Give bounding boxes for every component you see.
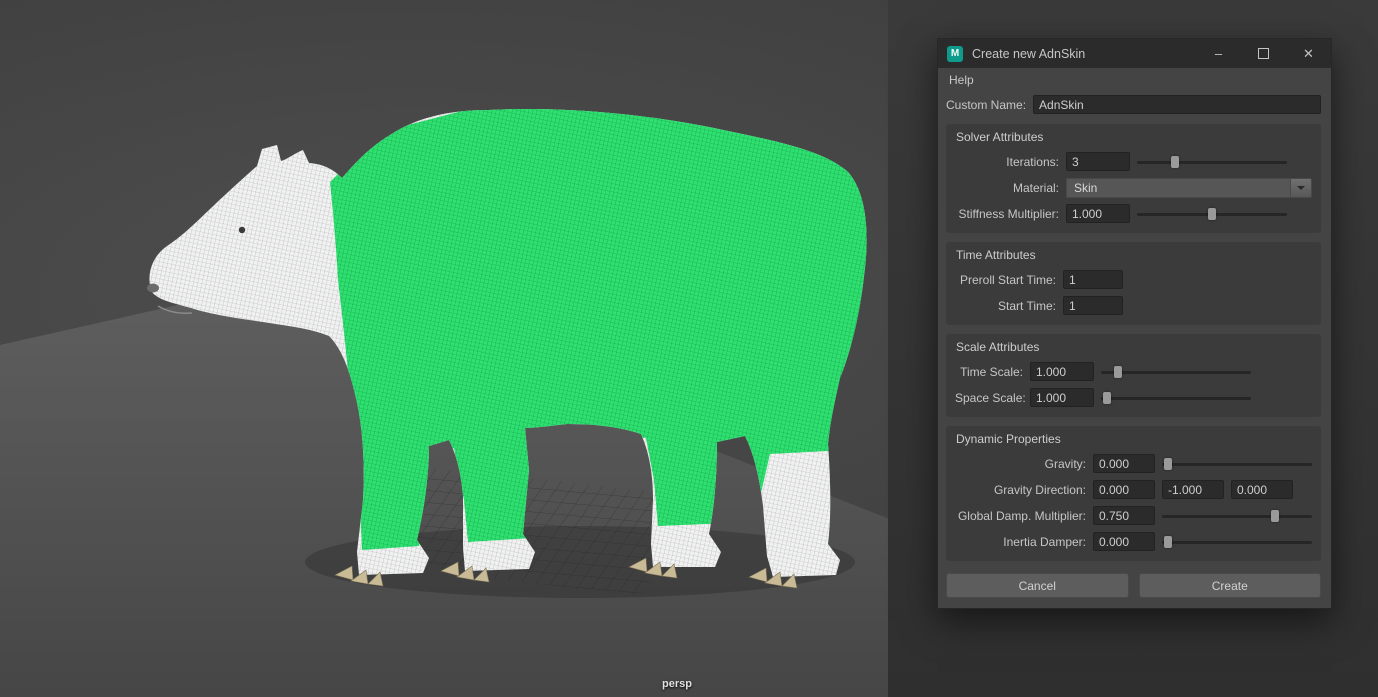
custom-name-input[interactable] bbox=[1033, 95, 1321, 114]
space-scale-input[interactable] bbox=[1030, 388, 1094, 407]
stiffness-label: Stiffness Multiplier: bbox=[955, 207, 1059, 221]
global-damp-input[interactable] bbox=[1093, 506, 1155, 525]
stiffness-row: Stiffness Multiplier: bbox=[955, 203, 1312, 224]
time-scale-slider[interactable] bbox=[1101, 365, 1251, 379]
solver-attributes-title: Solver Attributes bbox=[956, 130, 1312, 144]
preroll-start-label: Preroll Start Time: bbox=[955, 273, 1056, 287]
slider-handle[interactable] bbox=[1164, 536, 1172, 548]
minimize-button[interactable]: – bbox=[1196, 39, 1241, 68]
time-scale-input[interactable] bbox=[1030, 362, 1094, 381]
stiffness-slider[interactable] bbox=[1137, 207, 1287, 221]
slider-handle[interactable] bbox=[1103, 392, 1111, 404]
gravity-slider[interactable] bbox=[1162, 457, 1312, 471]
start-time-row: Start Time: bbox=[955, 295, 1312, 316]
slider-handle[interactable] bbox=[1114, 366, 1122, 378]
time-attributes-panel: Time Attributes Preroll Start Time: Star… bbox=[946, 242, 1321, 325]
slider-handle[interactable] bbox=[1271, 510, 1279, 522]
gravity-direction-z-input[interactable] bbox=[1231, 480, 1293, 499]
time-scale-label: Time Scale: bbox=[955, 365, 1023, 379]
global-damp-label: Global Damp. Multiplier: bbox=[955, 509, 1086, 523]
maya-icon: M bbox=[947, 46, 963, 62]
inertia-damper-label: Inertia Damper: bbox=[955, 535, 1086, 549]
time-attributes-title: Time Attributes bbox=[956, 248, 1312, 262]
slider-track bbox=[1101, 397, 1251, 400]
maximize-icon bbox=[1258, 48, 1269, 59]
close-button[interactable]: ✕ bbox=[1286, 39, 1331, 68]
slider-handle[interactable] bbox=[1208, 208, 1216, 220]
gravity-direction-label: Gravity Direction: bbox=[955, 483, 1086, 497]
slider-handle[interactable] bbox=[1171, 156, 1179, 168]
dialog-titlebar[interactable]: M Create new AdnSkin – ✕ bbox=[938, 39, 1331, 68]
slider-track bbox=[1162, 541, 1312, 544]
gravity-direction-y-input[interactable] bbox=[1162, 480, 1224, 499]
global-damp-row: Global Damp. Multiplier: bbox=[955, 505, 1312, 526]
gravity-direction-row: Gravity Direction: bbox=[955, 479, 1312, 500]
iterations-slider[interactable] bbox=[1137, 155, 1287, 169]
create-adnskin-dialog: M Create new AdnSkin – ✕ Help Custom Nam… bbox=[937, 38, 1332, 609]
iterations-row: Iterations: bbox=[955, 151, 1312, 172]
close-icon: ✕ bbox=[1303, 46, 1314, 62]
dialog-menubar: Help bbox=[938, 68, 1331, 91]
solver-attributes-panel: Solver Attributes Iterations: Material: … bbox=[946, 124, 1321, 233]
space-scale-row: Space Scale: bbox=[955, 387, 1312, 408]
cancel-button[interactable]: Cancel bbox=[946, 573, 1129, 598]
create-button[interactable]: Create bbox=[1139, 573, 1322, 598]
gravity-row: Gravity: bbox=[955, 453, 1312, 474]
maximize-button[interactable] bbox=[1241, 39, 1286, 68]
space-scale-label: Space Scale: bbox=[955, 391, 1023, 405]
iterations-label: Iterations: bbox=[955, 155, 1059, 169]
minimize-icon: – bbox=[1215, 46, 1222, 61]
material-value: Skin bbox=[1066, 178, 1291, 198]
dialog-footer: Cancel Create bbox=[946, 573, 1321, 598]
custom-name-row: Custom Name: bbox=[946, 94, 1321, 115]
iterations-input[interactable] bbox=[1066, 152, 1130, 171]
stiffness-input[interactable] bbox=[1066, 204, 1130, 223]
preroll-start-row: Preroll Start Time: bbox=[955, 269, 1312, 290]
space-scale-slider[interactable] bbox=[1101, 391, 1251, 405]
dialog-body: Custom Name: Solver Attributes Iteration… bbox=[938, 91, 1331, 608]
start-time-label: Start Time: bbox=[955, 299, 1056, 313]
gravity-label: Gravity: bbox=[955, 457, 1086, 471]
start-time-input[interactable] bbox=[1063, 296, 1123, 315]
gravity-direction-x-input[interactable] bbox=[1093, 480, 1155, 499]
slider-track bbox=[1137, 161, 1287, 164]
global-damp-slider[interactable] bbox=[1162, 509, 1312, 523]
slider-track bbox=[1162, 515, 1312, 518]
slider-track bbox=[1162, 463, 1312, 466]
gravity-input[interactable] bbox=[1093, 454, 1155, 473]
bear-eye bbox=[239, 227, 245, 233]
slider-track bbox=[1101, 371, 1251, 374]
custom-name-label: Custom Name: bbox=[946, 98, 1026, 112]
scale-attributes-panel: Scale Attributes Time Scale: Space Scale… bbox=[946, 334, 1321, 417]
inertia-damper-row: Inertia Damper: bbox=[955, 531, 1312, 552]
chevron-down-icon[interactable] bbox=[1291, 178, 1312, 198]
camera-label: persp bbox=[662, 678, 692, 690]
slider-handle[interactable] bbox=[1164, 458, 1172, 470]
scale-attributes-title: Scale Attributes bbox=[956, 340, 1312, 354]
time-scale-row: Time Scale: bbox=[955, 361, 1312, 382]
bear-nose bbox=[147, 284, 159, 293]
material-row: Material: Skin bbox=[955, 177, 1312, 198]
help-menu[interactable]: Help bbox=[949, 73, 974, 87]
preroll-start-input[interactable] bbox=[1063, 270, 1123, 289]
dialog-title: Create new AdnSkin bbox=[972, 47, 1196, 61]
material-dropdown[interactable]: Skin bbox=[1066, 178, 1312, 198]
material-label: Material: bbox=[955, 181, 1059, 195]
inertia-damper-input[interactable] bbox=[1093, 532, 1155, 551]
inertia-damper-slider[interactable] bbox=[1162, 535, 1312, 549]
dynamic-properties-title: Dynamic Properties bbox=[956, 432, 1312, 446]
dynamic-properties-panel: Dynamic Properties Gravity: Gravity Dire… bbox=[946, 426, 1321, 561]
